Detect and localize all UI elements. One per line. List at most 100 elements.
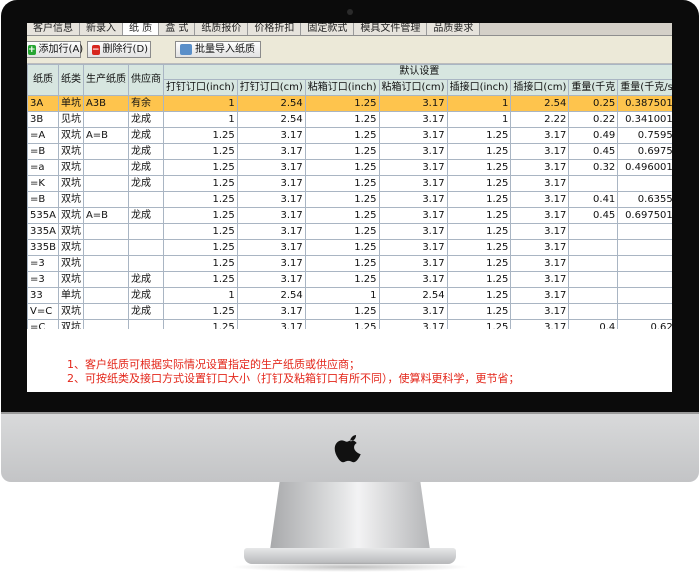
table-cell[interactable] — [82, 191, 129, 208]
table-cell[interactable]: 1.25 — [446, 143, 512, 160]
table-cell[interactable]: 龙成 — [127, 159, 164, 176]
column-header[interactable]: 打钉订口(inch) — [162, 79, 238, 96]
table-cell[interactable]: 龙成 — [127, 207, 164, 224]
column-header[interactable]: 生产纸质 — [82, 64, 129, 96]
table-cell[interactable]: 1.25 — [446, 271, 512, 288]
table-cell[interactable]: 双坑 — [57, 143, 84, 160]
delete-row-button[interactable]: − 删除行(D) — [87, 41, 151, 58]
add-row-button[interactable]: + 添加行(A) — [27, 41, 83, 58]
table-cell[interactable]: 335A — [27, 223, 59, 240]
table-cell[interactable] — [82, 223, 129, 240]
table-cell[interactable]: 3.17 — [378, 111, 448, 128]
table-cell[interactable]: 3.17 — [236, 175, 306, 192]
table-cell[interactable] — [82, 303, 129, 320]
table-cell[interactable]: 3.17 — [378, 175, 448, 192]
tab-6[interactable]: 固定款式 — [301, 23, 355, 35]
table-cell[interactable] — [568, 239, 619, 256]
table-cell[interactable]: 见坑 — [57, 111, 84, 128]
table-cell[interactable]: 3.17 — [236, 239, 306, 256]
table-cell[interactable]: 龙成 — [127, 287, 164, 304]
table-cell[interactable] — [568, 223, 619, 240]
tab-4[interactable]: 纸质报价 — [195, 23, 249, 35]
table-cell[interactable]: 3.17 — [378, 255, 448, 272]
table-cell[interactable]: 双坑 — [57, 255, 84, 272]
table-cell[interactable]: 1.25 — [304, 319, 380, 329]
table-cell[interactable]: 龙成 — [127, 271, 164, 288]
table-cell[interactable]: 1.25 — [304, 271, 380, 288]
table-cell[interactable]: 1.25 — [304, 143, 380, 160]
table-row[interactable]: 3B 见坑 龙成 1 2.54 1.25 3.17 1 2.22 0.22 0.341001 — [27, 111, 672, 128]
table-cell[interactable]: 龙成 — [127, 111, 164, 128]
table-cell[interactable] — [617, 175, 672, 192]
table-cell[interactable]: 3.17 — [378, 127, 448, 144]
table-cell[interactable]: 1.25 — [446, 127, 512, 144]
table-cell[interactable]: 3.17 — [236, 223, 306, 240]
table-cell[interactable]: A3B — [82, 95, 129, 112]
table-cell[interactable]: 0.45 — [568, 143, 619, 160]
table-cell[interactable]: 3.17 — [510, 207, 570, 224]
table-cell[interactable]: 3.17 — [378, 223, 448, 240]
tab-7[interactable]: 模具文件管理 — [354, 23, 428, 35]
table-cell[interactable]: 1.25 — [446, 159, 512, 176]
table-cell[interactable]: 3.17 — [378, 191, 448, 208]
table-cell[interactable]: 1.25 — [304, 223, 380, 240]
table-cell[interactable]: 33 — [27, 287, 59, 304]
table-cell[interactable]: 2.54 — [236, 287, 306, 304]
table-cell[interactable]: 1.25 — [304, 207, 380, 224]
table-cell[interactable]: 1.25 — [162, 159, 238, 176]
tab-0[interactable]: 客户信息 — [27, 23, 80, 35]
table-cell[interactable]: 双坑 — [57, 207, 84, 224]
column-header[interactable]: 供应商 — [127, 64, 164, 96]
table-cell[interactable]: A=B — [82, 207, 129, 224]
table-cell[interactable]: 0.387501 — [617, 95, 672, 112]
table-cell[interactable]: 3.17 — [510, 271, 570, 288]
table-cell[interactable]: 1.25 — [162, 143, 238, 160]
table-cell[interactable]: =3 — [27, 271, 59, 288]
table-row[interactable]: 535A 双坑 A=B 龙成 1.25 3.17 1.25 3.17 1.25 3.17 0.45 0… — [27, 207, 672, 224]
table-cell[interactable]: 3.17 — [510, 303, 570, 320]
table-cell[interactable]: =B — [27, 143, 59, 160]
table-cell[interactable]: 3.17 — [510, 287, 570, 304]
table-row[interactable]: V=C 双坑 龙成 1.25 3.17 1.25 3.17 1.25 3.17 — [27, 303, 672, 320]
table-cell[interactable] — [82, 159, 129, 176]
table-cell[interactable] — [127, 191, 164, 208]
table-cell[interactable] — [568, 271, 619, 288]
table-row[interactable]: 335B 双坑 1.25 3.17 1.25 3.17 1.25 3.17 — [27, 239, 672, 256]
table-cell[interactable]: 3.17 — [236, 303, 306, 320]
table-cell[interactable]: 3.17 — [510, 175, 570, 192]
table-cell[interactable] — [568, 303, 619, 320]
table-cell[interactable] — [82, 143, 129, 160]
table-cell[interactable]: 0.22 — [568, 111, 619, 128]
table-cell[interactable]: =B — [27, 191, 59, 208]
batch-import-button[interactable]: 批量导入纸质 — [175, 41, 261, 58]
table-cell[interactable]: 3.17 — [236, 191, 306, 208]
table-row[interactable]: =3 双坑 1.25 3.17 1.25 3.17 1.25 3.17 — [27, 255, 672, 272]
table-cell[interactable] — [617, 223, 672, 240]
table-cell[interactable] — [82, 239, 129, 256]
table-cell[interactable]: 1.25 — [304, 239, 380, 256]
table-cell[interactable] — [568, 175, 619, 192]
table-cell[interactable]: 1.25 — [162, 303, 238, 320]
table-cell[interactable]: 1.25 — [304, 95, 380, 112]
table-cell[interactable]: 0.62 — [617, 319, 672, 329]
table-cell[interactable]: 1.25 — [446, 175, 512, 192]
table-cell[interactable] — [82, 271, 129, 288]
table-cell[interactable]: V=C — [27, 303, 59, 320]
table-cell[interactable]: 双坑 — [57, 303, 84, 320]
table-cell[interactable]: 2.54 — [510, 95, 570, 112]
table-cell[interactable]: 3.17 — [378, 207, 448, 224]
table-cell[interactable]: 1.25 — [162, 239, 238, 256]
table-cell[interactable]: 双坑 — [57, 159, 84, 176]
table-cell[interactable]: 1.25 — [446, 223, 512, 240]
tab-8[interactable]: 品质要求 — [427, 23, 481, 35]
table-cell[interactable]: 1.25 — [446, 191, 512, 208]
table-cell[interactable]: 3.17 — [510, 319, 570, 329]
table-cell[interactable]: 单坑 — [57, 95, 84, 112]
table-cell[interactable]: 3.17 — [510, 223, 570, 240]
table-cell[interactable]: 2.54 — [378, 287, 448, 304]
table-cell[interactable]: 335B — [27, 239, 59, 256]
table-row[interactable]: =a 双坑 龙成 1.25 3.17 1.25 3.17 1.25 3.17 0.32 0.4960… — [27, 159, 672, 176]
table-cell[interactable]: 0.6355 — [617, 191, 672, 208]
table-cell[interactable]: 3.17 — [378, 95, 448, 112]
table-cell[interactable]: 3.17 — [236, 159, 306, 176]
